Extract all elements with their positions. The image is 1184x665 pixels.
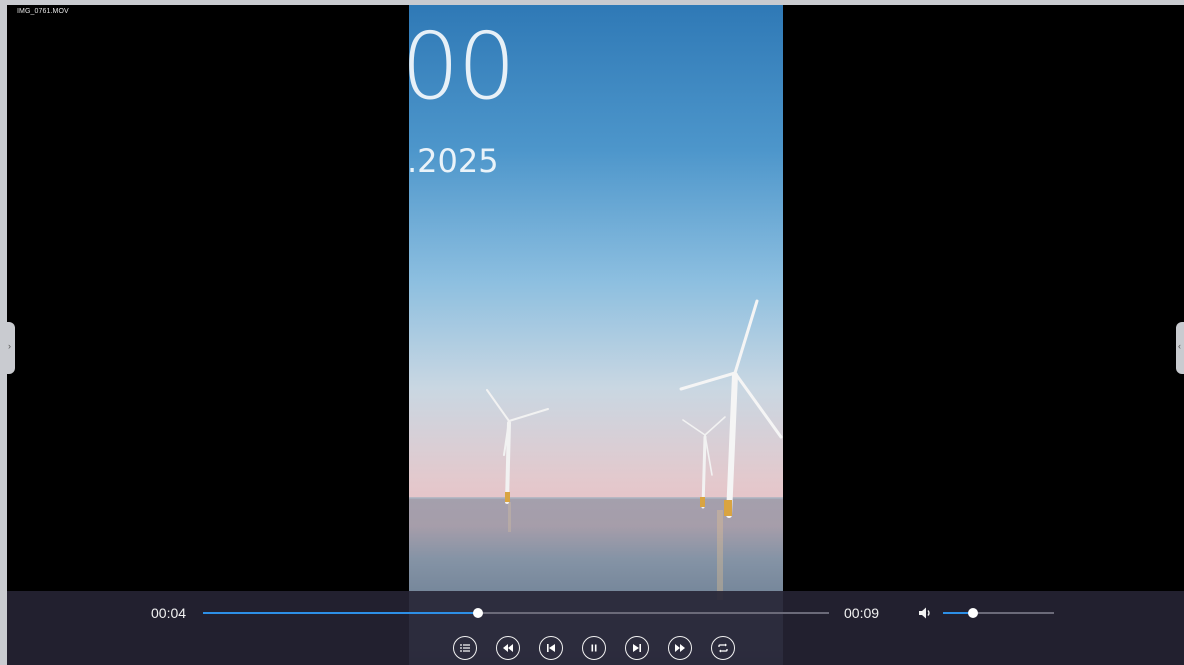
- previous-button[interactable]: [539, 636, 563, 660]
- next-button[interactable]: [625, 636, 649, 660]
- turbine-middle: [682, 416, 726, 509]
- fast-forward-button[interactable]: [668, 636, 692, 660]
- playback-control-bar: 00:04 00:09: [7, 591, 1184, 665]
- volume-icon[interactable]: [918, 606, 932, 620]
- file-name-label: IMG_0761.MOV: [17, 8, 69, 15]
- rewind-button[interactable]: [496, 636, 520, 660]
- seek-bar-handle[interactable]: [473, 608, 484, 618]
- pause-icon: [591, 644, 597, 652]
- video-clock-time: 00: [409, 13, 516, 120]
- video-frame[interactable]: 00 .2025: [409, 5, 783, 665]
- right-side-handle[interactable]: ‹: [1176, 322, 1184, 374]
- chevron-right-icon: ›: [8, 341, 11, 351]
- total-time: 00:09: [844, 605, 880, 621]
- left-side-handle[interactable]: ›: [7, 322, 15, 374]
- fast-forward-icon: [675, 644, 685, 652]
- current-time: 00:04: [151, 605, 187, 621]
- turbine-right: [679, 299, 783, 518]
- seek-bar[interactable]: [203, 608, 829, 618]
- transport-buttons: [453, 636, 735, 660]
- list-icon: [460, 644, 470, 652]
- turbine-left: [486, 389, 549, 504]
- seek-bar-fill: [203, 612, 479, 614]
- rewind-icon: [503, 644, 513, 652]
- skip-next-icon: [633, 644, 641, 652]
- skip-previous-icon: [547, 644, 555, 652]
- video-clock-date: .2025: [409, 142, 499, 180]
- chevron-left-icon: ‹: [1178, 341, 1181, 351]
- repeat-icon: [718, 643, 728, 653]
- volume-slider[interactable]: [943, 608, 1054, 618]
- player-window: IMG_0761.MOV 00 .2025 › ‹ 00:04 00:09: [7, 5, 1184, 665]
- playlist-button[interactable]: [453, 636, 477, 660]
- volume-slider-handle[interactable]: [967, 608, 978, 618]
- repeat-button[interactable]: [711, 636, 735, 660]
- pause-button[interactable]: [582, 636, 606, 660]
